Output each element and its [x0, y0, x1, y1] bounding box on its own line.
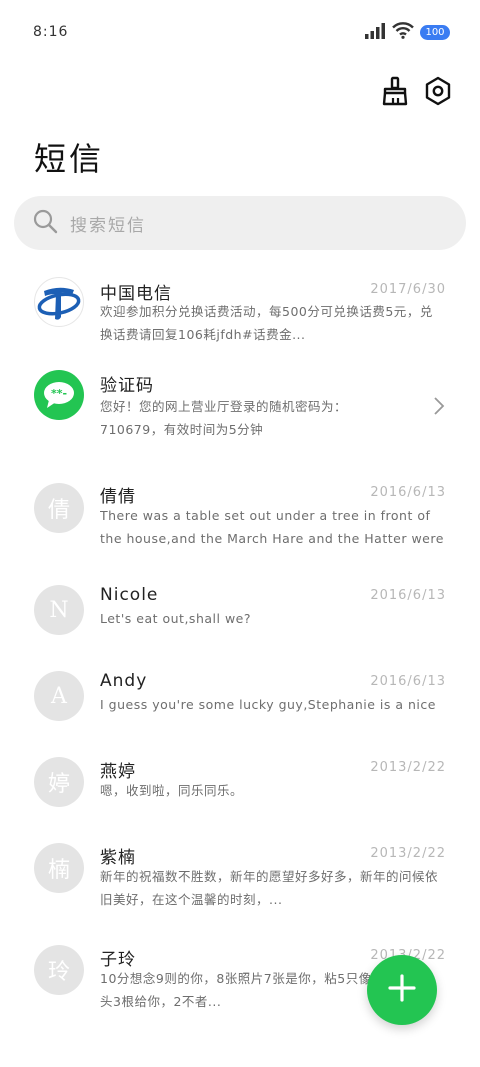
avatar: N: [34, 585, 84, 635]
message-preview: 新年的祝福数不胜数，新年的愿望好多好多，新年的问候依旧美好，在这个温馨的时刻，.…: [100, 869, 439, 907]
message-row[interactable]: N Nicole 2016/6/13 Let's eat out,shall w…: [0, 567, 480, 653]
plus-icon: [388, 974, 416, 1006]
status-bar: 8:16 100: [0, 0, 480, 66]
message-date: 2017/6/30: [370, 282, 446, 297]
search-input[interactable]: 搜索短信: [14, 196, 466, 250]
message-date: 2016/6/13: [370, 588, 446, 603]
message-preview: Let's eat out,shall we?: [100, 611, 251, 626]
sender-name: 验证码: [100, 376, 154, 396]
broom-icon: [380, 76, 410, 110]
sender-name: Nicole: [100, 585, 159, 605]
message-row[interactable]: 倩 倩倩 2016/6/13 There was a table set out…: [0, 464, 480, 567]
message-row[interactable]: 中国电信 2017/6/30 欢迎参加积分兑换话费活动，每500分可兑换话费5元…: [0, 262, 480, 366]
new-message-button[interactable]: [367, 955, 437, 1025]
signal-icon: [364, 22, 386, 43]
avatar: 玲: [34, 945, 84, 995]
avatar: A: [34, 671, 84, 721]
message-preview: There was a table set out under a tree i…: [100, 508, 444, 546]
message-row[interactable]: 婷 燕婷 2013/2/22 嗯，收到啦，同乐同乐。: [0, 739, 480, 825]
avatar: 婷: [34, 757, 84, 807]
sender-name: Andy: [100, 671, 148, 691]
avatar: 倩: [34, 483, 84, 533]
message-date: 2013/2/22: [370, 846, 446, 861]
page-title: 短信: [34, 140, 105, 178]
message-list: 中国电信 2017/6/30 欢迎参加积分兑换话费活动，每500分可兑换话费5元…: [0, 262, 480, 1027]
message-row[interactable]: **- 验证码 您好！您的网上营业厅登录的随机密码为：710679，有效时间为5…: [0, 366, 480, 464]
message-preview: I guess you're some lucky guy,Stephanie …: [100, 697, 436, 712]
message-date: 2016/6/13: [370, 674, 446, 689]
message-date: 2016/6/13: [370, 485, 446, 500]
china-telecom-logo: [34, 277, 84, 327]
message-icon: **-: [34, 370, 84, 420]
wifi-icon: [392, 22, 414, 43]
message-row[interactable]: 楠 紫楠 2013/2/22 新年的祝福数不胜数，新年的愿望好多好多，新年的问候…: [0, 825, 480, 927]
message-date: 2013/2/22: [370, 760, 446, 775]
svg-text:**-: **-: [51, 387, 67, 400]
message-preview: 嗯，收到啦，同乐同乐。: [100, 783, 244, 798]
search-placeholder: 搜索短信: [70, 215, 146, 236]
settings-button[interactable]: [421, 76, 455, 110]
message-preview: 欢迎参加积分兑换话费活动，每500分可兑换话费5元，兑换话费请回复106耗jfd…: [100, 304, 433, 342]
avatar: 楠: [34, 843, 84, 893]
message-row[interactable]: A Andy 2016/6/13 I guess you're some luc…: [0, 653, 480, 739]
chevron-right-icon[interactable]: [432, 396, 446, 416]
clean-button[interactable]: [378, 76, 412, 110]
settings-icon: [423, 76, 453, 110]
battery-icon: 100: [420, 25, 450, 40]
status-time: 8:16: [33, 24, 69, 40]
status-icons: 100: [364, 22, 450, 43]
search-icon: [32, 208, 58, 238]
message-preview: 您好！您的网上营业厅登录的随机密码为：710679，有效时间为5分钟: [100, 399, 348, 437]
